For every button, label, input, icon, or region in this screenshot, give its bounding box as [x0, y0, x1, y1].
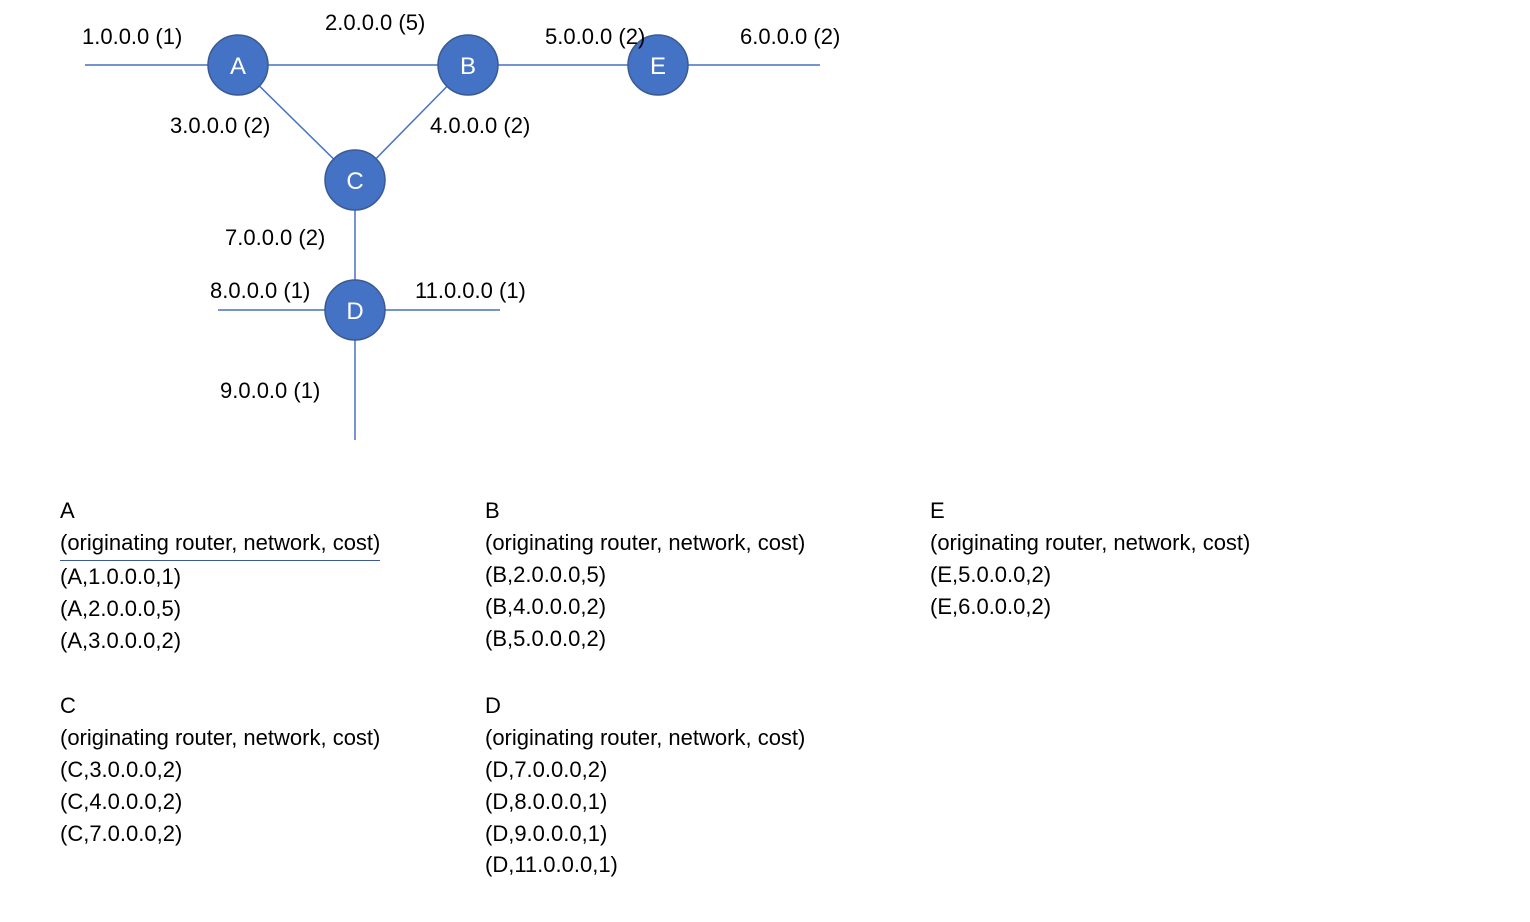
router-name-e: E	[930, 495, 1250, 527]
router-name-d: D	[485, 690, 805, 722]
router-row: (C,4.0.0.0,2)	[60, 786, 380, 818]
label-edge-8: 8.0.0.0 (1)	[210, 278, 310, 304]
router-row: (D,11.0.0.0,1)	[485, 849, 805, 881]
router-row: (B,2.0.0.0,5)	[485, 559, 805, 591]
label-edge-5: 5.0.0.0 (2)	[545, 24, 645, 50]
node-a: A	[208, 35, 268, 95]
node-c: C	[325, 150, 385, 210]
label-edge-11: 11.0.0.0 (1)	[415, 278, 526, 304]
router-header-b: (originating router, network, cost)	[485, 527, 805, 559]
router-row: (C,7.0.0.0,2)	[60, 818, 380, 850]
network-diagram: A B E C D	[0, 0, 900, 470]
router-row: (E,6.0.0.0,2)	[930, 591, 1250, 623]
router-block-b: B (originating router, network, cost) (B…	[485, 495, 805, 654]
svg-text:C: C	[346, 168, 363, 195]
node-d: D	[325, 280, 385, 340]
label-edge-1: 1.0.0.0 (1)	[82, 24, 182, 50]
node-b: B	[438, 35, 498, 95]
router-row: (D,7.0.0.0,2)	[485, 754, 805, 786]
label-edge-4: 4.0.0.0 (2)	[430, 113, 530, 139]
router-row: (D,9.0.0.0,1)	[485, 818, 805, 850]
svg-text:E: E	[650, 53, 666, 80]
svg-text:A: A	[230, 53, 246, 80]
label-edge-9: 9.0.0.0 (1)	[220, 378, 320, 404]
router-block-c: C (originating router, network, cost) (C…	[60, 690, 380, 849]
router-block-a: A (originating router, network, cost) (A…	[60, 495, 380, 656]
router-header-d: (originating router, network, cost)	[485, 722, 805, 754]
router-row: (A,3.0.0.0,2)	[60, 625, 380, 657]
router-block-d: D (originating router, network, cost) (D…	[485, 690, 805, 881]
label-edge-3: 3.0.0.0 (2)	[170, 113, 270, 139]
router-row: (C,3.0.0.0,2)	[60, 754, 380, 786]
router-name-b: B	[485, 495, 805, 527]
router-block-e: E (originating router, network, cost) (E…	[930, 495, 1250, 623]
router-row: (E,5.0.0.0,2)	[930, 559, 1250, 591]
router-row: (B,4.0.0.0,2)	[485, 591, 805, 623]
router-header-c: (originating router, network, cost)	[60, 722, 380, 754]
router-row: (B,5.0.0.0,2)	[485, 623, 805, 655]
router-header-e: (originating router, network, cost)	[930, 527, 1250, 559]
label-edge-2: 2.0.0.0 (5)	[325, 10, 425, 36]
router-header-a: (originating router, network, cost)	[60, 527, 380, 561]
svg-text:D: D	[346, 298, 363, 325]
router-row: (A,2.0.0.0,5)	[60, 593, 380, 625]
router-name-a: A	[60, 495, 380, 527]
label-edge-6: 6.0.0.0 (2)	[740, 24, 840, 50]
router-row: (D,8.0.0.0,1)	[485, 786, 805, 818]
router-row: (A,1.0.0.0,1)	[60, 561, 380, 593]
router-name-c: C	[60, 690, 380, 722]
svg-text:B: B	[460, 53, 476, 80]
page: { "nodes": { "A": "A", "B": "B", "C": "C…	[0, 0, 1530, 922]
label-edge-7: 7.0.0.0 (2)	[225, 225, 325, 251]
